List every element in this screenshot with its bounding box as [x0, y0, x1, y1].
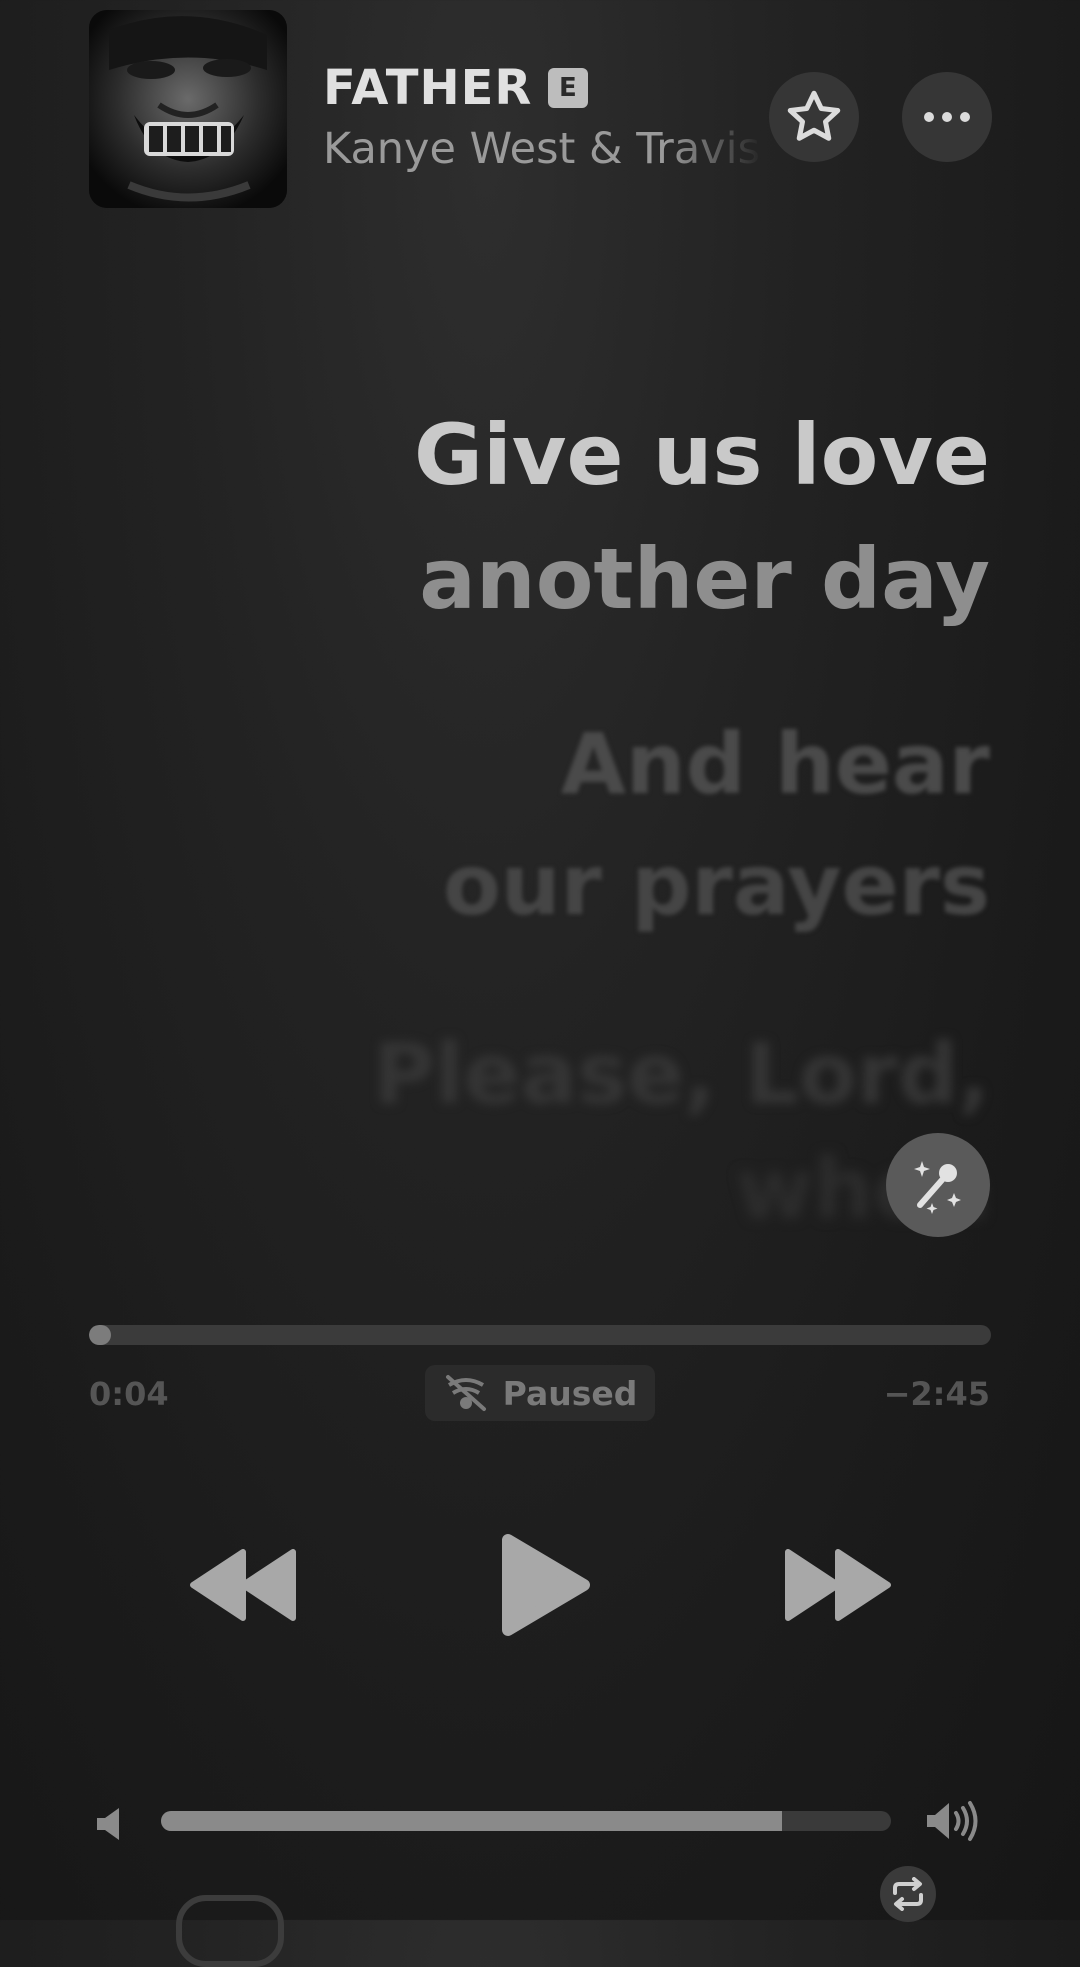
explicit-badge: E [548, 68, 589, 108]
lyric-line-next[interactable]: And hear [561, 715, 990, 813]
more-options-button[interactable] [902, 72, 992, 162]
favorite-button[interactable] [769, 72, 859, 162]
song-title-text: FATHER [323, 60, 533, 116]
lyric-line-upcoming[interactable]: Please, Lord, [373, 1025, 990, 1123]
elapsed-time: 0:04 [89, 1375, 169, 1413]
repeat-button[interactable] [880, 1866, 936, 1922]
playback-status-badge: Paused [425, 1365, 655, 1421]
artist-name[interactable]: Kanye West & Travis Scott [323, 124, 763, 174]
play-icon [502, 1534, 590, 1636]
playback-progress-fill [89, 1325, 111, 1345]
sing-button[interactable] [886, 1133, 990, 1237]
fast-forward-button[interactable] [780, 1540, 896, 1634]
playback-scrubber[interactable] [89, 1325, 991, 1345]
lyric-line-active-continued[interactable]: another day [419, 530, 990, 628]
lyric-line-active[interactable]: Give us love [414, 406, 990, 504]
ellipsis-icon [924, 112, 970, 122]
lyrics-off-icon [445, 1375, 486, 1411]
rewind-button[interactable] [185, 1540, 301, 1634]
lyrics-toggle-button[interactable] [176, 1895, 284, 1967]
remaining-time: −2:45 [883, 1375, 990, 1413]
speaker-low-icon [95, 1806, 125, 1846]
star-icon [787, 90, 841, 141]
volume-level-fill [161, 1811, 782, 1831]
microphone-sparkles-icon [914, 1161, 961, 1214]
fast-forward-icon [785, 1549, 891, 1621]
play-button[interactable] [496, 1530, 596, 1644]
album-art-image [89, 10, 287, 208]
album-artwork[interactable] [89, 10, 287, 208]
speaker-high-icon [925, 1799, 983, 1847]
rewind-icon [190, 1549, 296, 1621]
song-title[interactable]: FATHER E [323, 60, 589, 116]
playback-status-text: Paused [502, 1373, 638, 1413]
volume-slider[interactable] [161, 1811, 891, 1831]
lyric-line-next-continued[interactable]: our prayers [443, 836, 990, 934]
repeat-icon [893, 1877, 923, 1911]
